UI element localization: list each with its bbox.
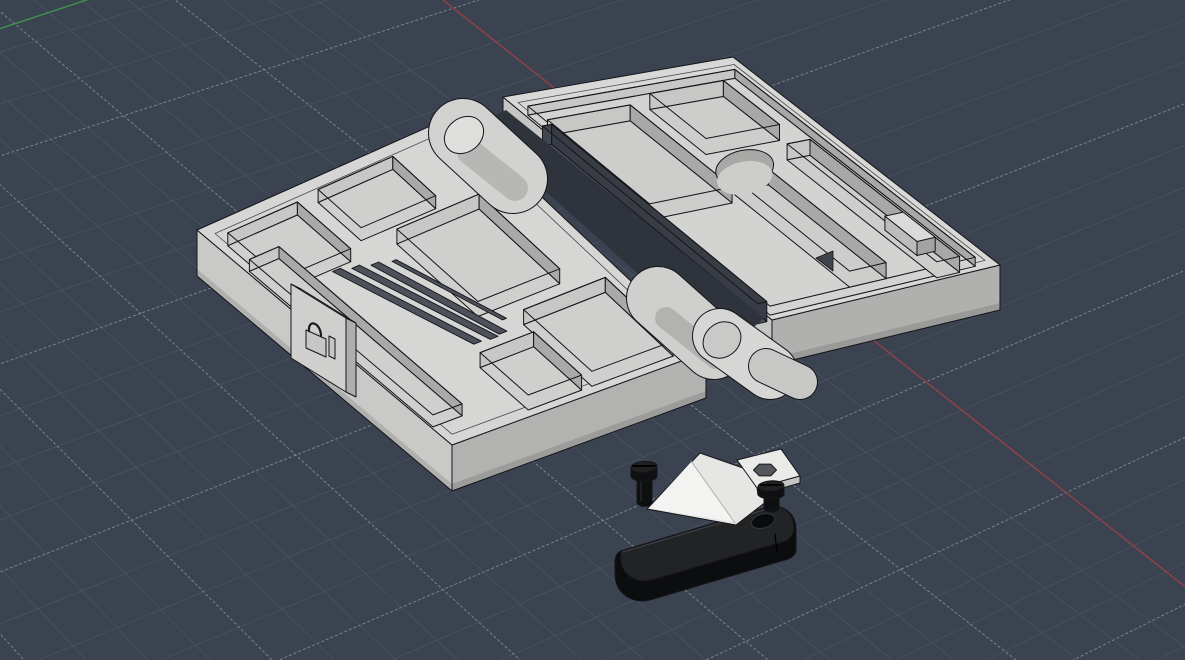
cad-viewport — [0, 0, 1185, 660]
hinge-knuckle-arm[interactable] — [749, 349, 817, 399]
viewport-canvas[interactable] — [0, 0, 1185, 660]
hex-hole — [753, 463, 777, 477]
screw-left-shaft[interactable] — [636, 477, 653, 507]
latch-plate-side — [345, 317, 357, 398]
latch-pin — [328, 335, 336, 360]
